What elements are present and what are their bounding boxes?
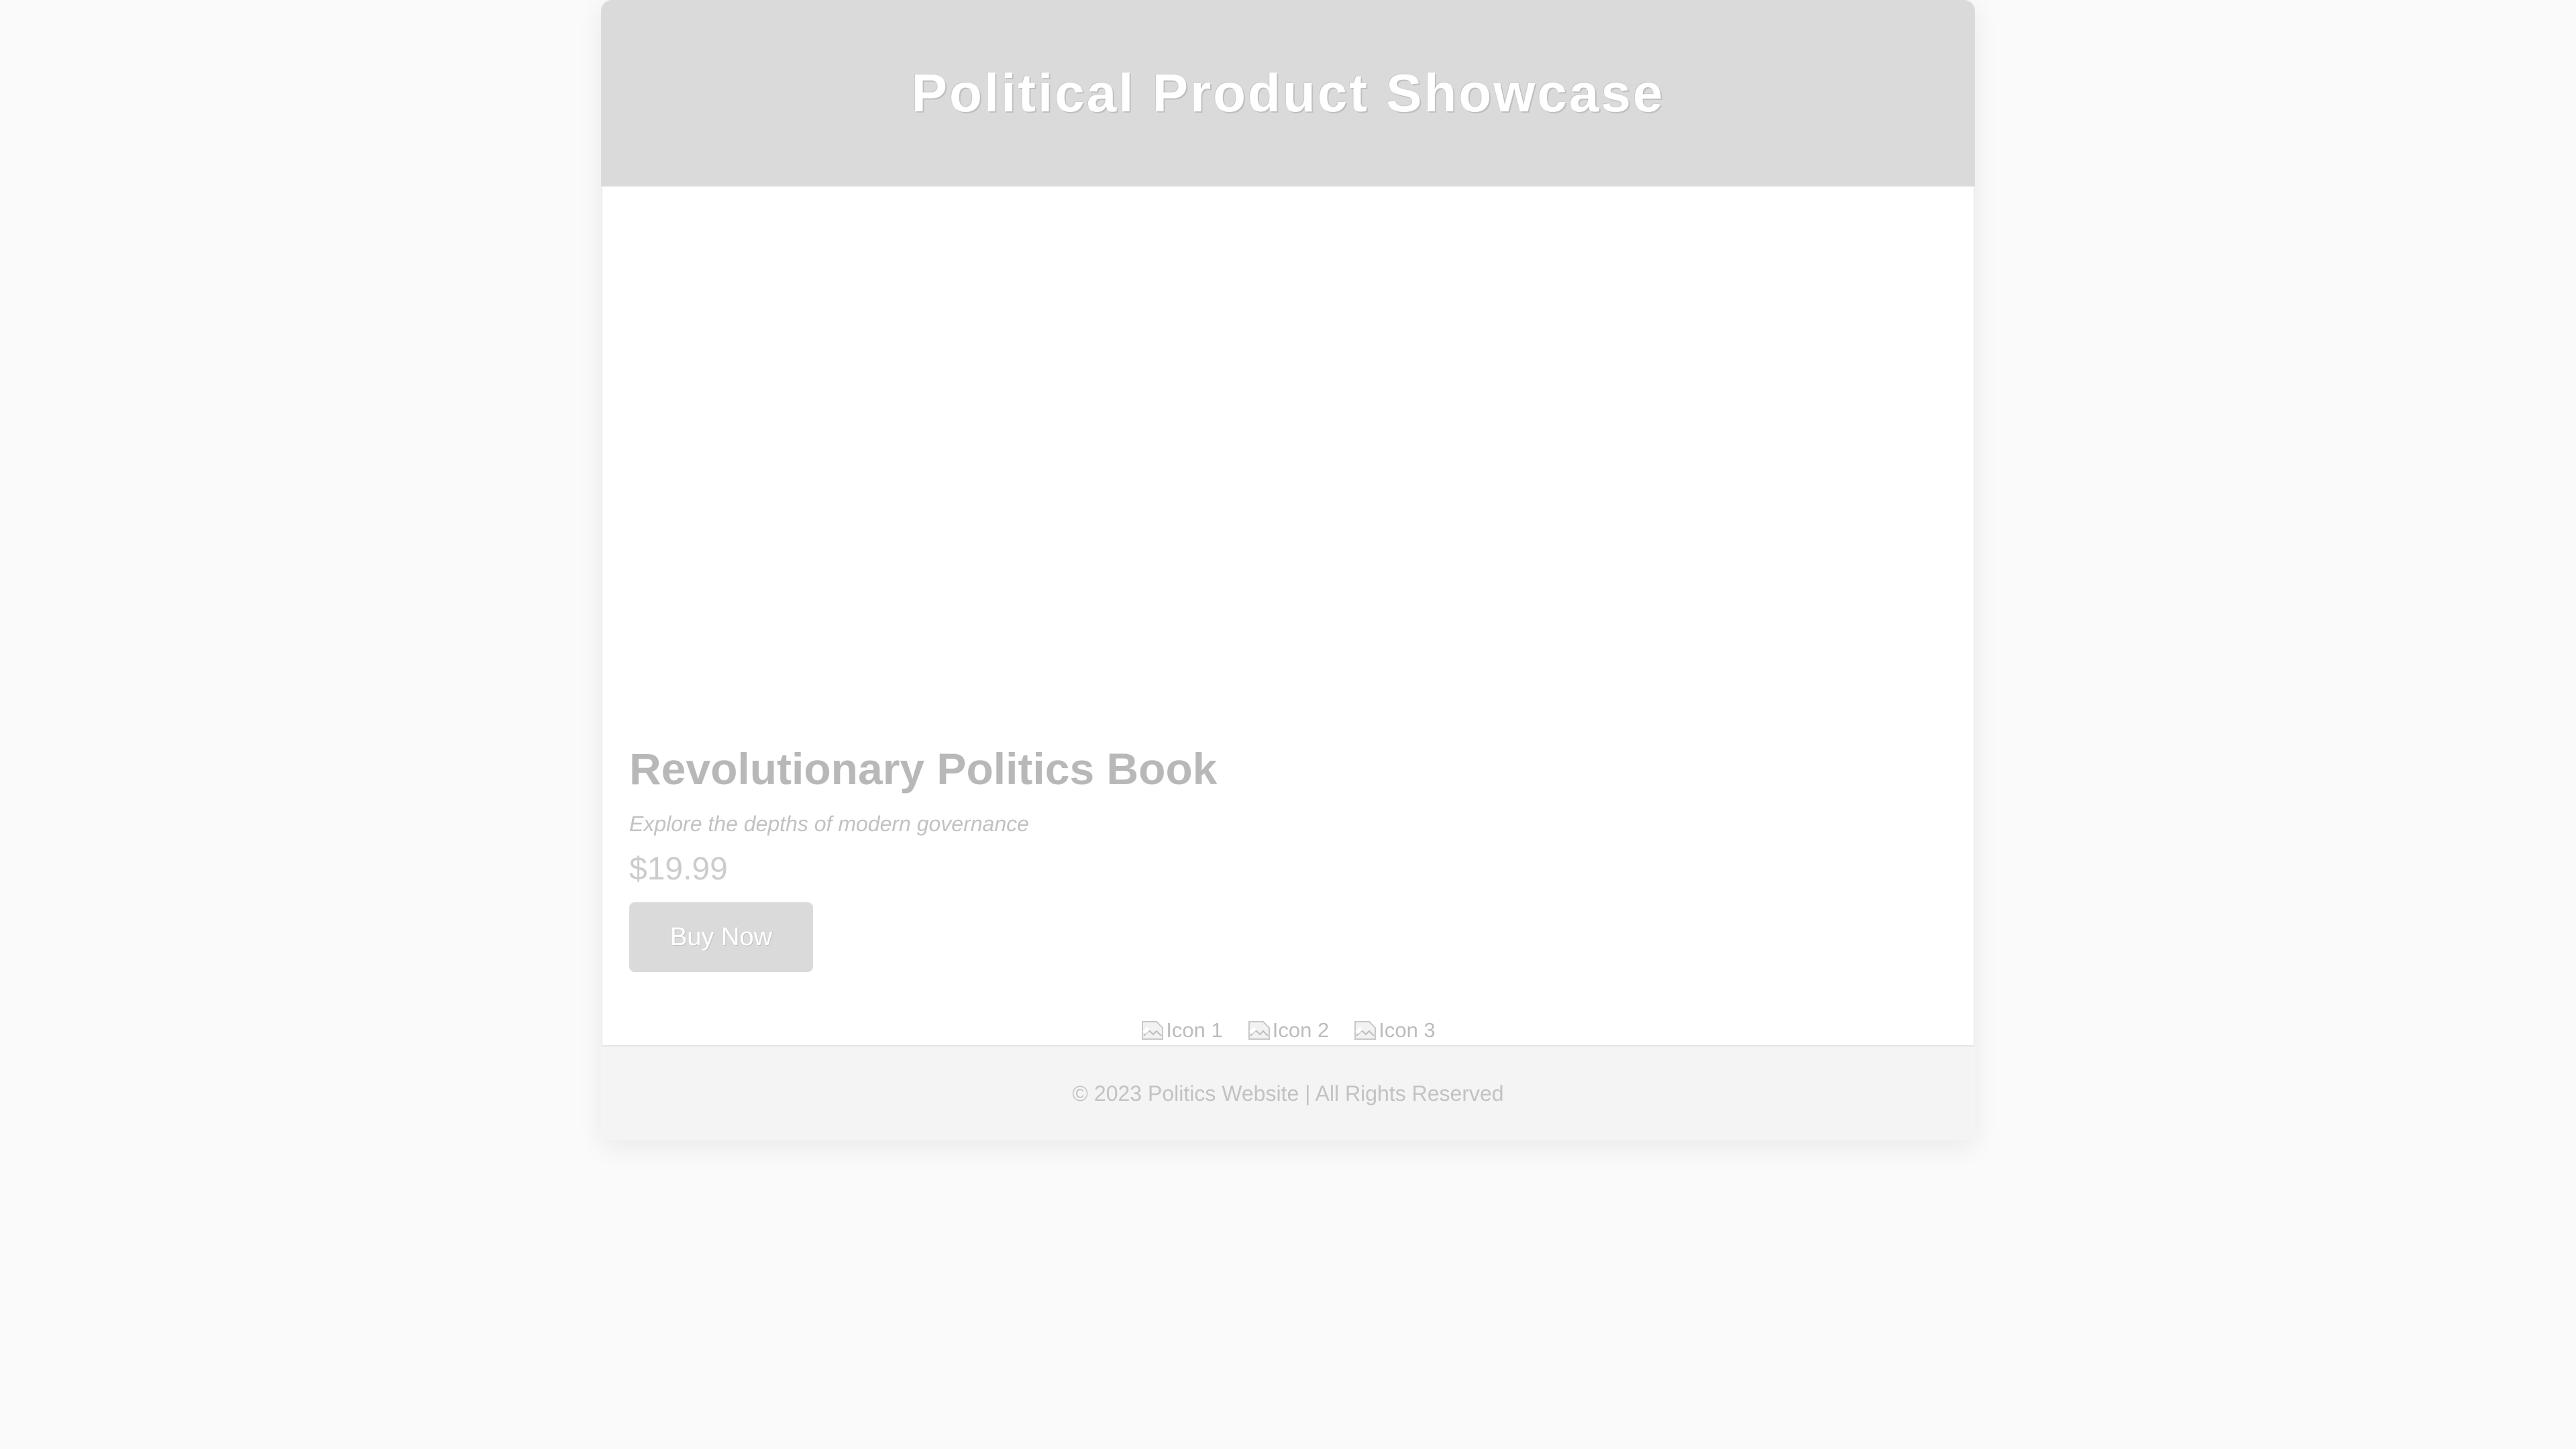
icon-link-3[interactable]: Icon 3 (1353, 1018, 1436, 1042)
site-header: Political Product Showcase (601, 0, 1975, 186)
icon-1-alt-text: Icon 1 (1166, 1018, 1223, 1042)
icon-3-alt-text: Icon 3 (1379, 1018, 1436, 1042)
product-card: Revolutionary Politics Book Explore the … (601, 186, 1975, 1046)
icon-link-2[interactable]: Icon 2 (1247, 1018, 1329, 1042)
page-container: Political Product Showcase Revolutionary… (601, 0, 1975, 1140)
icon-row: Icon 1 Icon 2 Icon 3 (602, 1018, 1974, 1042)
product-price: $19.99 (629, 851, 728, 887)
page-title: Political Product Showcase (911, 63, 1665, 123)
broken-image-icon (1353, 1018, 1377, 1042)
buy-now-button[interactable]: Buy Now (629, 902, 813, 972)
broken-image-icon (1140, 1018, 1165, 1042)
product-subtitle: Explore the depths of modern governance (629, 812, 1029, 836)
site-footer: © 2023 Politics Website | All Rights Res… (601, 1046, 1975, 1140)
icon-link-1[interactable]: Icon 1 (1140, 1018, 1223, 1042)
product-image (629, 200, 1944, 710)
product-title: Revolutionary Politics Book (629, 744, 1218, 794)
broken-image-icon (1247, 1018, 1271, 1042)
icon-2-alt-text: Icon 2 (1272, 1018, 1330, 1042)
footer-copyright: © 2023 Politics Website | All Rights Res… (1072, 1081, 1504, 1106)
